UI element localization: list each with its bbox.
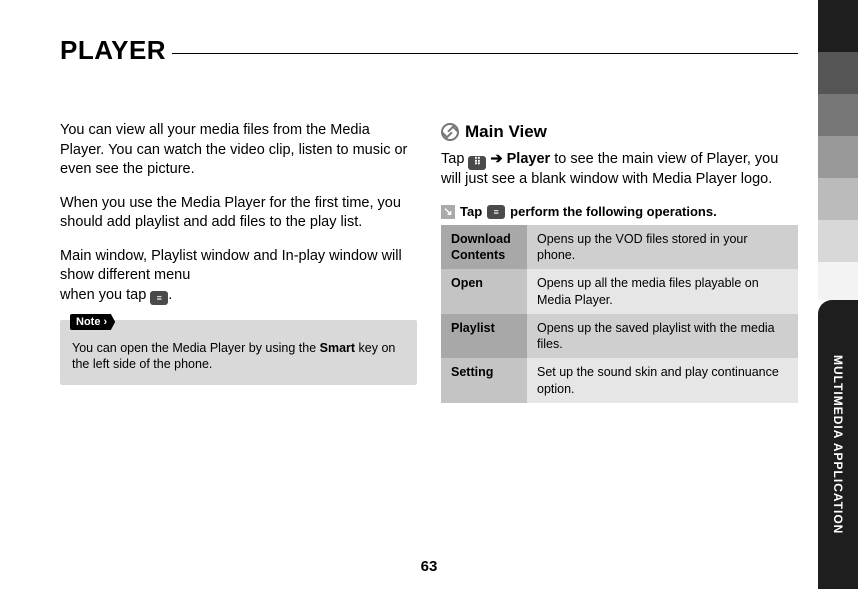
op-value: Opens up all the media files playable on… bbox=[527, 269, 798, 314]
op-value: Set up the sound skin and play continuan… bbox=[527, 358, 798, 403]
tip-text-b: perform the following operations. bbox=[510, 203, 717, 221]
menu-icon bbox=[487, 205, 505, 219]
title-rule bbox=[172, 53, 798, 54]
table-row: Open Opens up all the media files playab… bbox=[441, 269, 798, 314]
arrow-icon: ➔ bbox=[486, 151, 506, 167]
section-title: Main View bbox=[465, 121, 547, 144]
content-columns: You can view all your media files from t… bbox=[60, 121, 798, 403]
left-para-3c: . bbox=[168, 287, 172, 303]
table-row: Playlist Opens up the saved playlist wit… bbox=[441, 314, 798, 359]
right-column: Main View Tap ➔ Player to see the main v… bbox=[441, 121, 798, 403]
right-intro-bold: Player bbox=[507, 151, 551, 167]
left-para-1: You can view all your media files from t… bbox=[60, 121, 417, 180]
right-intro-a: Tap bbox=[441, 151, 468, 167]
op-value: Opens up the VOD files stored in your ph… bbox=[527, 225, 798, 270]
note-badge: Note › bbox=[70, 314, 115, 331]
op-value: Opens up the saved playlist with the med… bbox=[527, 314, 798, 359]
left-column: You can view all your media files from t… bbox=[60, 121, 417, 403]
left-para-2: When you use the Media Player for the fi… bbox=[60, 194, 417, 233]
side-segment bbox=[818, 94, 858, 136]
refresh-icon bbox=[441, 123, 459, 141]
table-row: Setting Set up the sound skin and play c… bbox=[441, 358, 798, 403]
operations-table: Download Contents Opens up the VOD files… bbox=[441, 225, 798, 403]
tip-row: Tap perform the following operations. bbox=[441, 203, 798, 221]
side-segment bbox=[818, 0, 858, 52]
title-row: PLAYER bbox=[60, 35, 798, 66]
op-key: Setting bbox=[441, 358, 527, 403]
down-right-arrow-icon bbox=[441, 205, 455, 219]
side-label: MULTIMEDIA APPLICATION bbox=[831, 355, 845, 534]
page-number: 63 bbox=[421, 558, 438, 575]
side-segment bbox=[818, 262, 858, 300]
side-label-segment: MULTIMEDIA APPLICATION bbox=[818, 300, 858, 589]
left-para-3b: when you tap bbox=[60, 287, 150, 303]
page-title: PLAYER bbox=[60, 35, 166, 66]
table-row: Download Contents Opens up the VOD files… bbox=[441, 225, 798, 270]
left-para-3a: Main window, Playlist window and In-play… bbox=[60, 248, 402, 284]
menu-icon bbox=[150, 291, 168, 305]
right-intro: Tap ➔ Player to see the main view of Pla… bbox=[441, 150, 798, 189]
section-header: Main View bbox=[441, 121, 798, 144]
side-segment bbox=[818, 220, 858, 262]
apps-icon bbox=[468, 156, 486, 170]
side-segment bbox=[818, 136, 858, 178]
note-box: Note › You can open the Media Player by … bbox=[60, 320, 417, 386]
op-key: Playlist bbox=[441, 314, 527, 359]
note-text-a: You can open the Media Player by using t… bbox=[72, 341, 320, 355]
left-para-3: Main window, Playlist window and In-play… bbox=[60, 247, 417, 306]
tip-text-a: Tap bbox=[460, 203, 482, 221]
side-tab: MULTIMEDIA APPLICATION bbox=[818, 0, 858, 589]
manual-page: PLAYER You can view all your media files… bbox=[0, 0, 858, 589]
side-segment bbox=[818, 178, 858, 220]
side-segment bbox=[818, 52, 858, 94]
op-key: Download Contents bbox=[441, 225, 527, 270]
op-key: Open bbox=[441, 269, 527, 314]
note-text-bold: Smart bbox=[320, 341, 355, 355]
